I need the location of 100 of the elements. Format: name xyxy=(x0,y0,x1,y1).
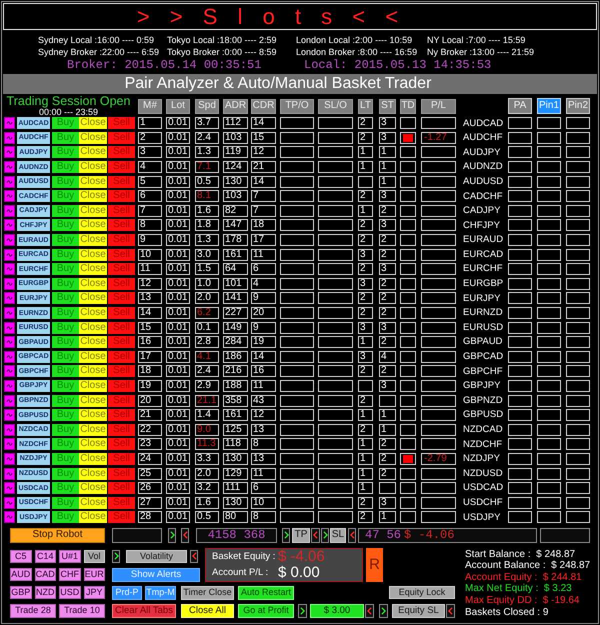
close-position-button[interactable]: Close xyxy=(79,132,107,144)
filter-button[interactable]: USD xyxy=(59,586,80,599)
tilde-button[interactable] xyxy=(4,146,15,158)
increase-button[interactable] xyxy=(112,550,120,563)
close-position-button[interactable]: Close xyxy=(79,278,107,290)
tilde-button[interactable] xyxy=(4,424,15,436)
filter-button[interactable]: NZD xyxy=(34,586,56,599)
buy-button[interactable]: Buy xyxy=(52,307,79,320)
tilde-button[interactable] xyxy=(4,132,15,144)
tilde-button[interactable] xyxy=(4,307,15,320)
tilde-button[interactable] xyxy=(4,117,15,130)
close-position-button[interactable]: Close xyxy=(79,219,107,232)
buy-button[interactable]: Buy xyxy=(52,409,79,422)
close-position-button[interactable]: Close xyxy=(79,161,107,174)
pin-tab[interactable]: Pin2 xyxy=(566,98,590,114)
buy-button[interactable]: Buy xyxy=(52,176,79,188)
pin-tab[interactable]: PA xyxy=(508,98,532,114)
tilde-button[interactable] xyxy=(4,482,15,494)
tilde-button[interactable] xyxy=(4,234,15,246)
decrease-button[interactable] xyxy=(311,528,320,543)
auto-restart-button[interactable]: Auto Restart xyxy=(238,586,294,600)
buy-button[interactable]: Buy xyxy=(52,468,79,480)
close-position-button[interactable]: Close xyxy=(79,409,107,422)
close-position-button[interactable]: Close xyxy=(79,511,107,524)
filter-button[interactable]: GBP xyxy=(10,586,32,599)
tilde-button[interactable] xyxy=(4,394,15,407)
trade-button[interactable]: Trade 28 xyxy=(10,604,56,618)
increase-button[interactable] xyxy=(298,604,307,618)
close-position-button[interactable]: Close xyxy=(79,117,107,130)
close-position-button[interactable]: Close xyxy=(79,146,107,158)
profit-target-field[interactable]: $ 3.00 xyxy=(310,604,364,618)
buy-button[interactable]: Buy xyxy=(52,394,79,407)
volatility-button[interactable]: Volatility xyxy=(126,550,187,563)
close-position-button[interactable]: Close xyxy=(79,292,107,304)
close-position-button[interactable]: Close xyxy=(79,380,107,392)
tilde-button[interactable] xyxy=(4,438,15,450)
filter-button[interactable]: U#1 xyxy=(59,550,80,563)
tilde-button[interactable] xyxy=(4,204,15,217)
buy-button[interactable]: Buy xyxy=(52,248,79,261)
decrease-button[interactable] xyxy=(446,604,455,618)
tilde-button[interactable] xyxy=(4,452,15,465)
buy-button[interactable]: Buy xyxy=(52,496,79,509)
buy-button[interactable]: Buy xyxy=(52,219,79,232)
equity-lock-button[interactable]: Equity Lock xyxy=(389,586,455,599)
tilde-button[interactable] xyxy=(4,336,15,348)
timer-close-button[interactable]: Timer Close xyxy=(181,586,234,600)
filter-button[interactable]: C14 xyxy=(34,550,56,563)
close-position-button[interactable]: Close xyxy=(79,234,107,246)
decrease-button[interactable] xyxy=(190,550,198,563)
close-all-button[interactable]: Close All xyxy=(181,604,234,618)
buy-button[interactable]: Buy xyxy=(52,161,79,174)
buy-button[interactable]: Buy xyxy=(52,190,79,202)
tilde-button[interactable] xyxy=(4,468,15,480)
increase-button[interactable] xyxy=(168,528,176,543)
tilde-button[interactable] xyxy=(4,278,15,290)
buy-button[interactable]: Buy xyxy=(52,278,79,290)
buy-button[interactable]: Buy xyxy=(52,132,79,144)
tilde-button[interactable] xyxy=(4,263,15,276)
buy-button[interactable]: Buy xyxy=(52,146,79,158)
decrease-button[interactable] xyxy=(348,528,356,543)
tilde-button[interactable] xyxy=(4,350,15,363)
buy-button[interactable]: Buy xyxy=(52,511,79,524)
close-position-button[interactable]: Close xyxy=(79,176,107,188)
buy-button[interactable]: Buy xyxy=(52,336,79,348)
tilde-button[interactable] xyxy=(4,248,15,261)
buy-button[interactable]: Buy xyxy=(52,438,79,450)
decrease-button[interactable] xyxy=(181,528,189,543)
close-position-button[interactable]: Close xyxy=(79,263,107,276)
buy-button[interactable]: Buy xyxy=(52,263,79,276)
close-position-button[interactable]: Close xyxy=(79,468,107,480)
close-position-button[interactable]: Close xyxy=(79,248,107,261)
sl-button[interactable]: SL xyxy=(330,528,346,543)
filter-button[interactable]: CAD xyxy=(34,568,56,581)
pin-tab[interactable]: Pin1 xyxy=(537,98,561,114)
buy-button[interactable]: Buy xyxy=(52,350,79,363)
filter-button[interactable]: C5 xyxy=(10,550,32,563)
buy-button[interactable]: Buy xyxy=(52,424,79,436)
filter-button[interactable]: CHF xyxy=(59,568,80,581)
filter-button[interactable]: AUD xyxy=(10,568,32,581)
go-at-profit-button[interactable]: Go at Profit xyxy=(238,604,294,618)
trade-button[interactable]: Trade 10 xyxy=(59,604,105,618)
filter-button[interactable]: EUR xyxy=(84,568,105,581)
tp-button[interactable]: TP xyxy=(292,528,310,543)
close-position-button[interactable]: Close xyxy=(79,336,107,348)
buy-button[interactable]: Buy xyxy=(52,365,79,378)
close-position-button[interactable]: Close xyxy=(79,482,107,494)
tilde-button[interactable] xyxy=(4,496,15,509)
reset-button[interactable]: R xyxy=(366,548,383,582)
close-position-button[interactable]: Close xyxy=(79,307,107,320)
close-position-button[interactable]: Close xyxy=(79,496,107,509)
increase-button[interactable] xyxy=(321,528,329,543)
buy-button[interactable]: Buy xyxy=(52,322,79,334)
filter-button[interactable]: Vol xyxy=(84,550,105,563)
tilde-button[interactable] xyxy=(4,176,15,188)
increase-button[interactable] xyxy=(282,528,290,543)
close-position-button[interactable]: Close xyxy=(79,350,107,363)
close-position-button[interactable]: Close xyxy=(79,424,107,436)
buy-button[interactable]: Buy xyxy=(52,482,79,494)
tilde-button[interactable] xyxy=(4,190,15,202)
mode-button[interactable]: Prd-P xyxy=(112,586,142,600)
